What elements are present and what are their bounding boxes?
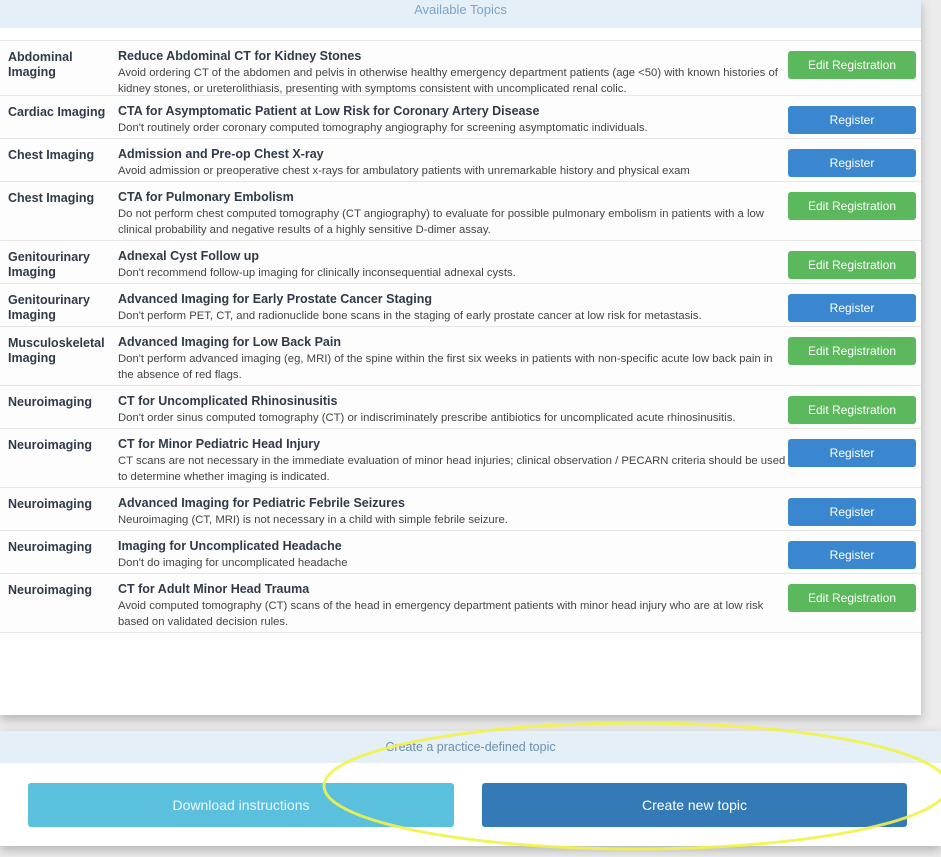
topic-description: Don't perform PET, CT, and radionuclide … (118, 310, 702, 322)
topic-content: Advanced Imaging for Pediatric Febrile S… (112, 488, 788, 528)
topic-row: Cardiac Imaging CTA for Asymptomatic Pati… (0, 96, 921, 139)
topic-row: Neuroimaging Imaging for Uncomplicated He… (0, 531, 921, 574)
topic-category: Neuroimaging (8, 395, 93, 409)
edit-registration-button[interactable]: Edit Registration (788, 396, 916, 424)
topic-action: Edit Registration (788, 574, 921, 612)
practice-topic-header: Create a practice-defined topic (0, 731, 941, 763)
topic-content: CTA for Asymptomatic Patient at Low Risk… (112, 96, 788, 136)
edit-registration-button[interactable]: Edit Registration (788, 51, 916, 79)
topic-action: Register (788, 488, 921, 526)
topic-description: Avoid admission or preoperative chest x-… (118, 165, 690, 177)
topic-content: CT for Adult Minor Head Trauma Avoid comp… (112, 574, 788, 630)
topic-category: Neuroimaging (8, 540, 93, 554)
topic-category: Musculoskeletal Imaging (8, 336, 105, 365)
topic-title: CT for Adult Minor Head Trauma (118, 582, 310, 596)
register-button[interactable]: Register (788, 294, 916, 322)
topics-list: Abdominal Imaging Reduce Abdominal CT for… (0, 40, 921, 633)
topic-row: Chest Imaging Admission and Pre-op Chest … (0, 139, 921, 182)
topic-content: Imaging for Uncomplicated Headache Don't … (112, 531, 788, 571)
topic-action: Edit Registration (788, 327, 921, 365)
create-new-topic-button[interactable]: Create new topic (482, 783, 907, 827)
topic-category: Neuroimaging (8, 583, 93, 597)
topic-action: Edit Registration (788, 386, 921, 424)
topic-description: Avoid ordering CT of the abdomen and pel… (118, 67, 778, 95)
topic-title: Advanced Imaging for Low Back Pain (118, 335, 341, 349)
available-topics-panel: Available Topics Abdominal Imaging Reduce… (0, 0, 921, 715)
topic-content: Reduce Abdominal CT for Kidney Stones Avo… (112, 41, 788, 97)
topic-description: CT scans are not necessary in the immedi… (118, 455, 786, 483)
topic-title: CTA for Asymptomatic Patient at Low Risk… (118, 104, 540, 118)
topic-row: Neuroimaging Advanced Imaging for Pediatr… (0, 488, 921, 531)
topic-category: Neuroimaging (8, 438, 93, 452)
topic-category: Chest Imaging (8, 191, 95, 205)
topic-title: Advanced Imaging for Early Prostate Canc… (118, 292, 432, 306)
topic-title: Adnexal Cyst Follow up (118, 249, 259, 263)
topic-description: Don't order sinus computed tomography (C… (118, 412, 736, 424)
topic-action: Register (788, 429, 921, 467)
topic-title: CT for Minor Pediatric Head Injury (118, 437, 321, 451)
topic-title: Admission and Pre-op Chest X-ray (118, 147, 324, 161)
edit-registration-button[interactable]: Edit Registration (788, 251, 916, 279)
topic-row: Genitourinary Imaging Adnexal Cyst Follow… (0, 241, 921, 284)
register-button[interactable]: Register (788, 498, 916, 526)
topic-category: Cardiac Imaging (8, 105, 106, 119)
topic-title: Reduce Abdominal CT for Kidney Stones (118, 49, 362, 63)
topic-description: Don't routinely order coronary computed … (118, 122, 648, 134)
topic-description: Don't perform advanced imaging (eg, MRI)… (118, 353, 773, 381)
topic-description: Don't recommend follow-up imaging for cl… (118, 267, 516, 279)
topic-category: Chest Imaging (8, 148, 95, 162)
topic-action: Register (788, 139, 921, 177)
topic-row: Neuroimaging CT for Uncomplicated Rhinosi… (0, 386, 921, 429)
topic-row: Genitourinary Imaging Advanced Imaging fo… (0, 284, 921, 327)
topic-action: Edit Registration (788, 41, 921, 79)
topic-action: Edit Registration (788, 241, 921, 279)
topic-content: CTA for Pulmonary Embolism Do not perform… (112, 182, 788, 238)
register-button[interactable]: Register (788, 149, 916, 177)
topic-category: Genitourinary Imaging (8, 293, 90, 322)
edit-registration-button[interactable]: Edit Registration (788, 337, 916, 365)
practice-topic-panel: Create a practice-defined topic Download… (0, 731, 941, 846)
topic-content: Adnexal Cyst Follow up Don't recommend fo… (112, 241, 788, 281)
topic-description: Neuroimaging (CT, MRI) is not necessary … (118, 514, 508, 526)
topic-category: Abdominal Imaging (8, 50, 73, 79)
topic-title: CTA for Pulmonary Embolism (118, 190, 294, 204)
topic-row: Neuroimaging CT for Adult Minor Head Trau… (0, 574, 921, 633)
topic-description: Don't do imaging for uncomplicated heada… (118, 557, 348, 569)
topic-category: Genitourinary Imaging (8, 250, 90, 279)
topic-action: Register (788, 284, 921, 322)
download-instructions-button[interactable]: Download instructions (28, 783, 454, 827)
register-button[interactable]: Register (788, 439, 916, 467)
edit-registration-button[interactable]: Edit Registration (788, 192, 916, 220)
topic-row: Neuroimaging CT for Minor Pediatric Head … (0, 429, 921, 488)
topic-content: Advanced Imaging for Early Prostate Canc… (112, 284, 788, 324)
topic-description: Avoid computed tomography (CT) scans of … (118, 600, 764, 628)
available-topics-title: Available Topics (414, 2, 507, 17)
topic-title: Advanced Imaging for Pediatric Febrile S… (118, 496, 405, 510)
topic-content: Advanced Imaging for Low Back Pain Don't … (112, 327, 788, 383)
practice-topic-title: Create a practice-defined topic (385, 740, 556, 754)
topic-row: Chest Imaging CTA for Pulmonary Embolism D… (0, 182, 921, 241)
topic-action: Edit Registration (788, 182, 921, 220)
topic-category: Neuroimaging (8, 497, 93, 511)
edit-registration-button[interactable]: Edit Registration (788, 584, 916, 612)
topic-title: Imaging for Uncomplicated Headache (118, 539, 342, 553)
register-button[interactable]: Register (788, 541, 916, 569)
topic-row: Abdominal Imaging Reduce Abdominal CT for… (0, 40, 921, 96)
topic-row: Musculoskeletal Imaging Advanced Imaging … (0, 327, 921, 386)
available-topics-header: Available Topics (0, 0, 921, 28)
topic-description: Do not perform chest computed tomography… (118, 208, 764, 236)
topic-content: CT for Minor Pediatric Head Injury CT sca… (112, 429, 788, 485)
topic-content: CT for Uncomplicated Rhinosinusitis Don't… (112, 386, 788, 426)
topic-content: Admission and Pre-op Chest X-ray Avoid ad… (112, 139, 788, 179)
topic-action: Register (788, 96, 921, 134)
register-button[interactable]: Register (788, 106, 916, 134)
topic-title: CT for Uncomplicated Rhinosinusitis (118, 394, 338, 408)
topic-action: Register (788, 531, 921, 569)
